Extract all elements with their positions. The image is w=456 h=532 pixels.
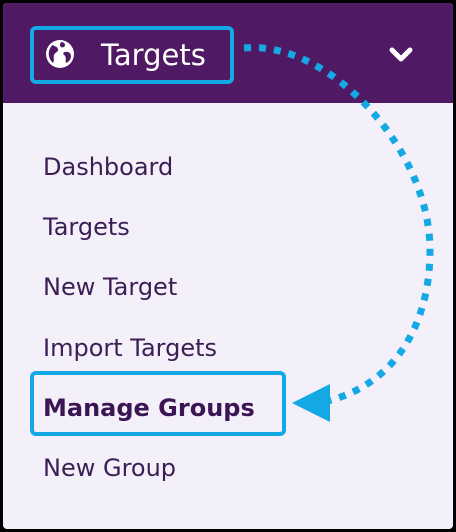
header-title[interactable]: Targets [101,33,206,77]
menu-item-new-group[interactable]: New Group [43,450,176,486]
nav-panel: Targets Dashboard Targets New Target Imp… [3,3,453,529]
chevron-down-icon[interactable] [386,44,416,66]
menu-item-new-target[interactable]: New Target [43,269,177,305]
manage-groups-highlight-box [30,371,286,436]
globe-icon [46,40,74,68]
menu-item-import-targets[interactable]: Import Targets [43,330,217,366]
menu-item-dashboard[interactable]: Dashboard [43,149,173,185]
menu-item-targets[interactable]: Targets [43,209,130,245]
nav-header[interactable]: Targets [3,3,453,103]
